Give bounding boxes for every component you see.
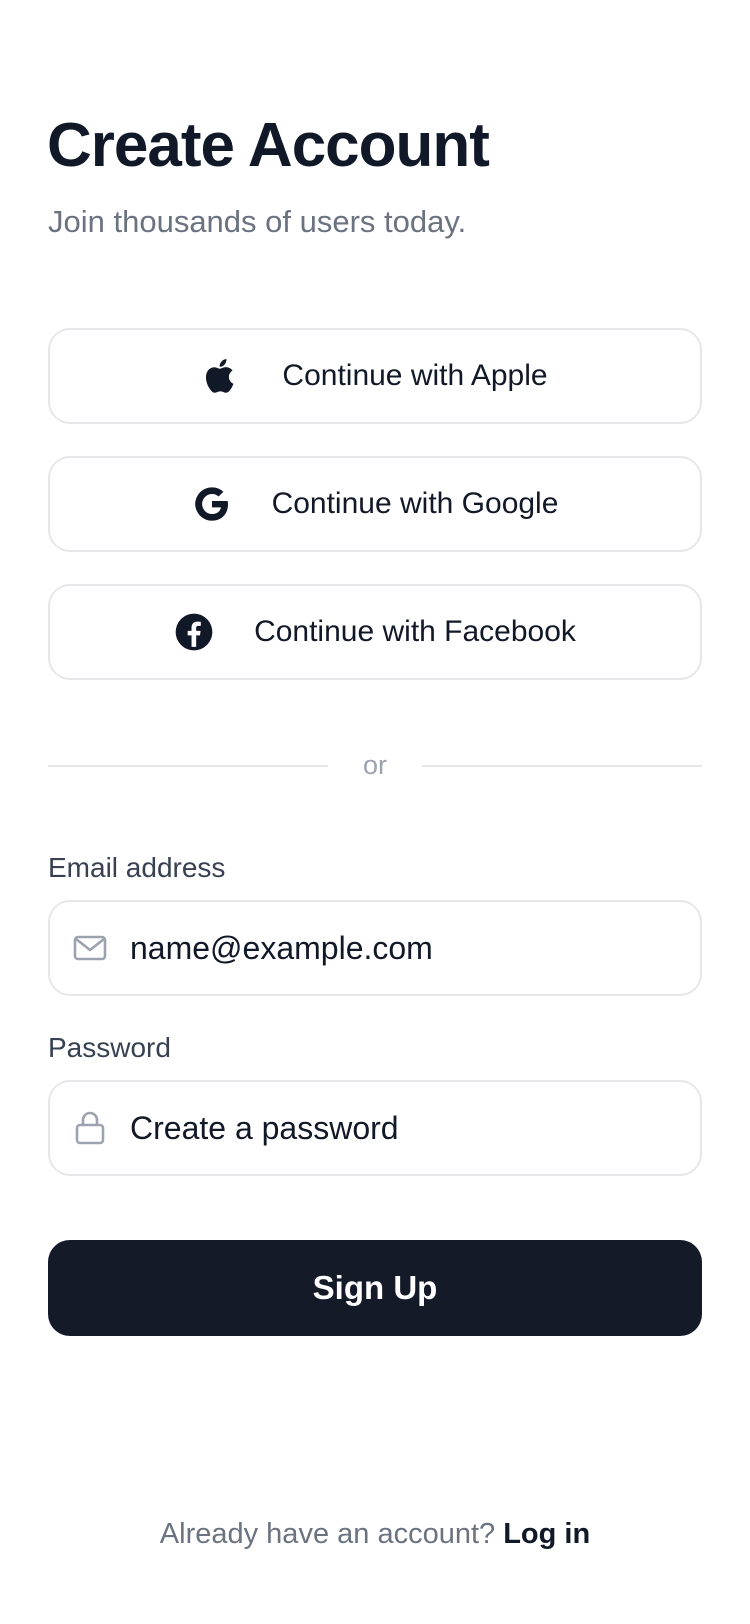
- lock-icon: [72, 1110, 108, 1146]
- page-title: Create Account: [47, 111, 490, 180]
- continue-with-apple-button[interactable]: Continue with Apple: [48, 328, 702, 424]
- signup-screen: Create Account Join thousands of users t…: [0, 0, 750, 1624]
- facebook-icon: [174, 612, 214, 652]
- apple-button-label: Continue with Apple: [282, 359, 548, 392]
- google-icon: [192, 484, 232, 524]
- password-label: Password: [48, 1032, 171, 1063]
- login-prompt: Already have an account? Log in: [0, 1518, 750, 1551]
- log-in-link[interactable]: Log in: [503, 1518, 590, 1550]
- facebook-button-label: Continue with Facebook: [254, 615, 576, 648]
- email-input[interactable]: [130, 929, 650, 967]
- mail-icon: [72, 930, 108, 966]
- or-divider: or: [48, 746, 702, 786]
- email-field-container[interactable]: [48, 900, 702, 996]
- password-field-container[interactable]: [48, 1080, 702, 1176]
- continue-with-google-button[interactable]: Continue with Google: [48, 456, 702, 552]
- google-button-label: Continue with Google: [271, 487, 559, 520]
- password-input[interactable]: [130, 1109, 650, 1147]
- login-prompt-text: Already have an account?: [159, 1518, 504, 1550]
- page-subtitle: Join thousands of users today.: [48, 204, 467, 239]
- email-label: Email address: [48, 852, 226, 883]
- divider-line-right: [422, 765, 702, 767]
- continue-with-facebook-button[interactable]: Continue with Facebook: [48, 584, 702, 680]
- sign-up-button[interactable]: Sign Up: [48, 1240, 702, 1336]
- apple-icon: [202, 356, 242, 396]
